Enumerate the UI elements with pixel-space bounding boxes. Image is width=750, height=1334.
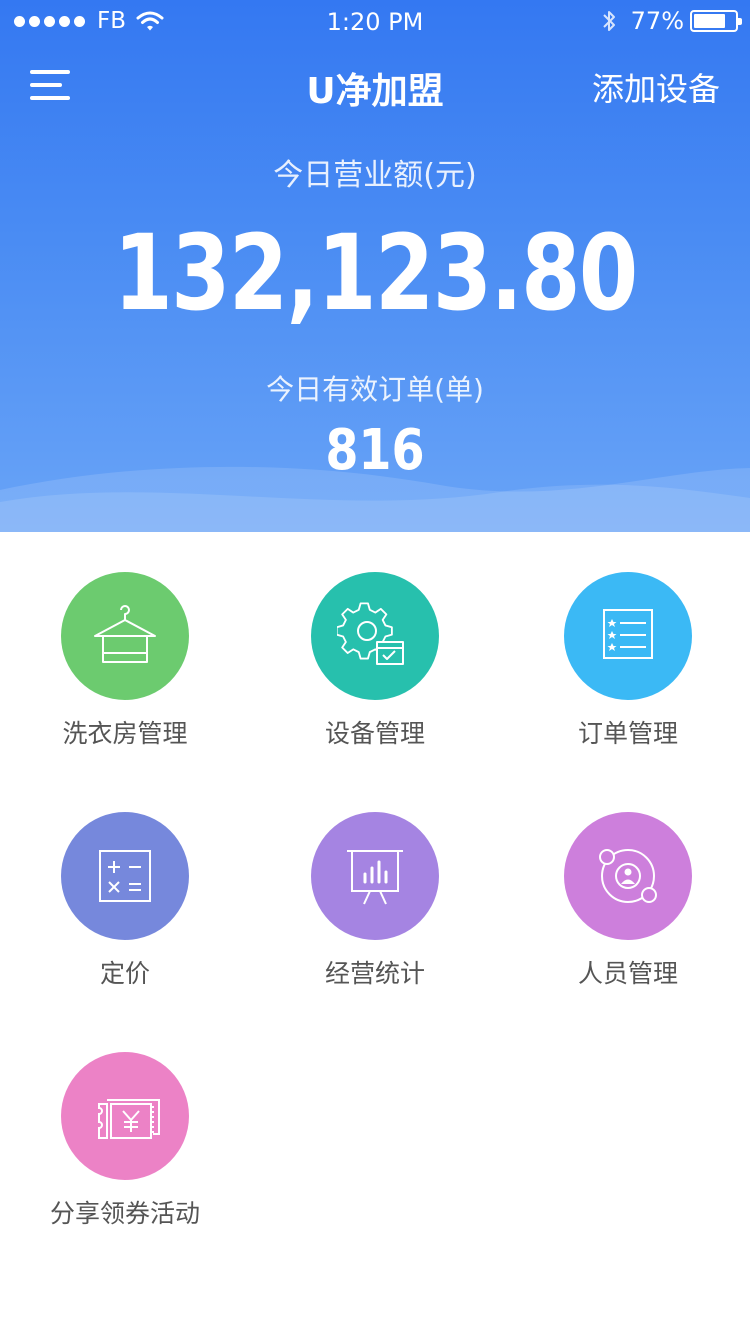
menu-label: 订单管理	[577, 719, 678, 748]
bar-chart-board-icon	[347, 850, 403, 905]
staff-circle	[564, 812, 692, 940]
revenue-label: 今日营业额(元)	[273, 158, 477, 193]
device-circle	[311, 572, 439, 700]
orders-value: 816	[325, 418, 425, 483]
bluetooth-icon	[602, 11, 615, 31]
gear-device-icon	[337, 602, 404, 665]
header-banner: FB 1:20 PM 77% U净加盟 添加设备 今日营业额(元) 132,12…	[0, 0, 750, 532]
menu-item-staff-management[interactable]: 人员管理	[500, 812, 750, 1012]
coupon-yen-icon	[98, 1099, 160, 1139]
nav-bar: U净加盟 添加设备	[0, 50, 750, 120]
menu-item-business-statistics[interactable]: 经营统计	[250, 812, 500, 1012]
orders-label: 今日有效订单(单)	[266, 373, 484, 406]
add-device-button[interactable]: 添加设备	[592, 64, 720, 110]
menu-label: 设备管理	[324, 719, 425, 748]
hanger-towel-icon	[94, 605, 156, 663]
menu-item-pricing[interactable]: 定价	[0, 812, 250, 1012]
order-list-icon	[603, 609, 653, 659]
battery-percent: 77%	[630, 7, 684, 35]
menu-item-laundry-management[interactable]: 洗衣房管理	[0, 572, 250, 772]
revenue-value: 132,123.80	[113, 212, 638, 334]
laundry-circle	[61, 572, 189, 700]
battery-icon	[690, 10, 742, 32]
menu-label: 洗衣房管理	[62, 719, 188, 748]
coupon-circle	[61, 1052, 189, 1180]
people-orbit-icon	[599, 849, 657, 903]
order-circle	[564, 572, 692, 700]
pricing-circle	[61, 812, 189, 940]
menu-item-device-management[interactable]: 设备管理	[250, 572, 500, 772]
menu-item-share-coupon-activity[interactable]: 分享领券活动	[0, 1052, 250, 1252]
menu-label: 分享领券活动	[49, 1199, 200, 1228]
menu-label: 经营统计	[324, 959, 425, 988]
status-bar: FB 1:20 PM 77%	[0, 0, 750, 42]
calculator-icon	[99, 850, 151, 902]
statistics-circle	[311, 812, 439, 940]
menu-label: 人员管理	[577, 959, 678, 988]
menu-label: 定价	[99, 959, 150, 988]
menu-item-order-management[interactable]: 订单管理	[500, 572, 750, 772]
